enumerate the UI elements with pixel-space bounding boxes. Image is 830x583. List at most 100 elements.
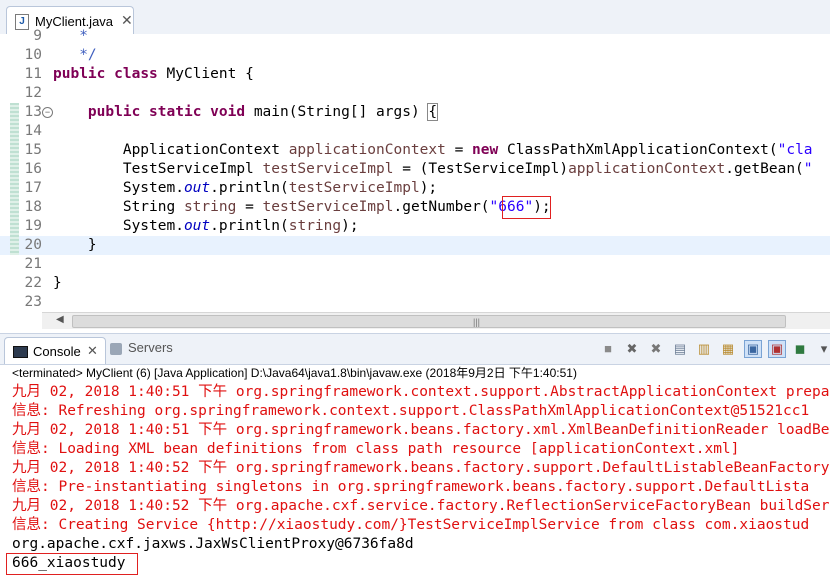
code-line[interactable]: 19 System.out.println(string); <box>0 217 830 236</box>
code-line[interactable]: 14 <box>0 122 830 141</box>
console-line: 九月 02, 2018 1:40:51 下午 org.springframewo… <box>12 422 830 438</box>
code-text: ApplicationContext applicationContext = … <box>53 141 813 160</box>
code-token: testServiceImpl <box>262 199 394 215</box>
line-number: 16 <box>24 161 42 177</box>
code-text: System.out.println(string); <box>53 217 359 236</box>
console-line: 信息: Loading XML bean definitions from cl… <box>12 441 740 457</box>
code-line[interactable]: 13− public static void main(String[] arg… <box>0 103 830 122</box>
code-line[interactable]: 15 ApplicationContext applicationContext… <box>0 141 830 160</box>
code-line[interactable]: 11 public class MyClient { <box>0 65 830 84</box>
servers-tab-label: Servers <box>128 340 173 355</box>
line-number: 18 <box>24 199 42 215</box>
code-line[interactable]: 20 } <box>0 236 830 255</box>
scroll-left-arrow-icon[interactable]: ◀ <box>56 314 64 325</box>
code-token: string <box>183 199 237 215</box>
code-line[interactable]: 12 <box>0 84 830 103</box>
fold-collapse-icon[interactable]: − <box>42 107 53 118</box>
code-token: */ <box>53 47 97 63</box>
code-line[interactable]: 16 TestServiceImpl testServiceImpl = (Te… <box>0 160 830 179</box>
code-token: TestServiceImpl <box>53 161 263 177</box>
code-text: TestServiceImpl testServiceImpl = (TestS… <box>53 160 813 179</box>
console-line: 信息: Refreshing org.springframework.conte… <box>12 403 810 419</box>
code-line[interactable]: 22} <box>0 274 830 293</box>
code-token: public <box>53 66 106 82</box>
code-line[interactable]: 18 String string = testServiceImpl.getNu… <box>0 198 830 217</box>
code-token: public <box>87 104 141 120</box>
line-number: 12 <box>24 85 42 101</box>
console-icon <box>13 346 28 358</box>
editor-horizontal-scrollbar[interactable]: ◀ ||| <box>42 312 830 329</box>
scroll-lock-icon[interactable]: ▥ <box>696 341 712 357</box>
clear-console-icon[interactable]: ▤ <box>672 341 688 357</box>
code-editor[interactable]: 9 * 10 */11 public class MyClient {12 13− p… <box>0 28 830 314</box>
code-token: applicationContext <box>568 161 726 177</box>
code-token: MyClient { <box>157 66 254 82</box>
console-tab-bar: Console ✕ Servers ■ ✖ ✖ ▤ ▥ ▦ ▣ ▣ ◼ ▾ <box>0 333 830 365</box>
code-token: applicationContext <box>288 142 446 158</box>
close-icon[interactable]: ✕ <box>87 343 98 359</box>
code-token: ); <box>419 180 438 196</box>
code-token: out <box>183 218 211 234</box>
line-number: 19 <box>24 218 42 234</box>
scrollbar-thumb[interactable]: ||| <box>72 315 786 328</box>
code-token: main(String[] args) <box>245 104 429 120</box>
code-token: System. <box>53 180 184 196</box>
code-token: static <box>149 104 202 120</box>
tab-console[interactable]: Console ✕ <box>4 337 106 364</box>
code-text: public class MyClient { <box>53 65 254 84</box>
code-token: void <box>210 104 246 120</box>
line-number: 10 <box>24 47 42 63</box>
code-token: testServiceImpl <box>288 180 420 196</box>
console-line: 九月 02, 2018 1:40:52 下午 org.apache.cxf.se… <box>12 498 830 514</box>
highlight-box-argument <box>502 196 551 219</box>
line-number: 22 <box>24 275 42 291</box>
code-token: String <box>53 199 184 215</box>
console-line: 信息: Pre-instantiating singletons in org.… <box>12 479 810 495</box>
code-line[interactable]: 23 <box>0 293 830 312</box>
code-token: string <box>288 218 342 234</box>
pin-console-icon[interactable]: ◼ <box>792 341 808 357</box>
code-token: .getNumber( <box>393 199 490 215</box>
remove-launch-icon[interactable]: ✖ <box>624 341 640 357</box>
code-token: new <box>472 142 499 158</box>
open-console-icon[interactable]: ▾ <box>816 341 830 357</box>
code-text: public static void main(String[] args) { <box>53 103 439 122</box>
show-on-stdout-icon[interactable]: ▣ <box>744 340 762 358</box>
console-tab-label: Console <box>33 344 81 359</box>
servers-icon <box>110 343 122 355</box>
code-token: = <box>236 199 263 215</box>
show-on-stderr-icon[interactable]: ▣ <box>768 340 786 358</box>
code-line[interactable]: 21 <box>0 255 830 274</box>
console-line: 信息: Creating Service {http://xiaostudy.c… <box>12 517 810 533</box>
line-number: 11 <box>24 66 42 82</box>
line-number: 13 <box>24 104 42 120</box>
console-line: 九月 02, 2018 1:40:51 下午 org.springframewo… <box>12 384 830 400</box>
code-token: ApplicationContext <box>53 142 289 158</box>
code-text: } <box>53 274 62 293</box>
code-text: */ <box>53 46 97 65</box>
code-text: * <box>53 27 88 46</box>
word-wrap-icon[interactable]: ▦ <box>720 341 736 357</box>
code-line[interactable]: 17 System.out.println(testServiceImpl); <box>0 179 830 198</box>
console-launch-header: <terminated> MyClient (6) [Java Applicat… <box>12 366 577 380</box>
code-token: .println( <box>210 180 289 196</box>
terminate-icon[interactable]: ■ <box>600 341 616 357</box>
remove-all-launches-icon[interactable]: ✖ <box>648 341 664 357</box>
code-text: } <box>53 236 97 255</box>
code-token: } <box>53 237 97 253</box>
line-number: 23 <box>24 294 42 310</box>
code-token: System. <box>53 218 184 234</box>
code-token: = (TestServiceImpl) <box>393 161 569 177</box>
line-number: 20 <box>24 237 42 253</box>
code-line[interactable]: 10 */ <box>0 46 830 65</box>
line-number: 9 <box>33 28 42 44</box>
line-number: 21 <box>24 256 42 272</box>
code-token: = <box>445 142 473 158</box>
code-token: class <box>114 66 158 82</box>
code-line[interactable]: 9 * <box>0 27 830 46</box>
code-token: ); <box>341 218 359 234</box>
